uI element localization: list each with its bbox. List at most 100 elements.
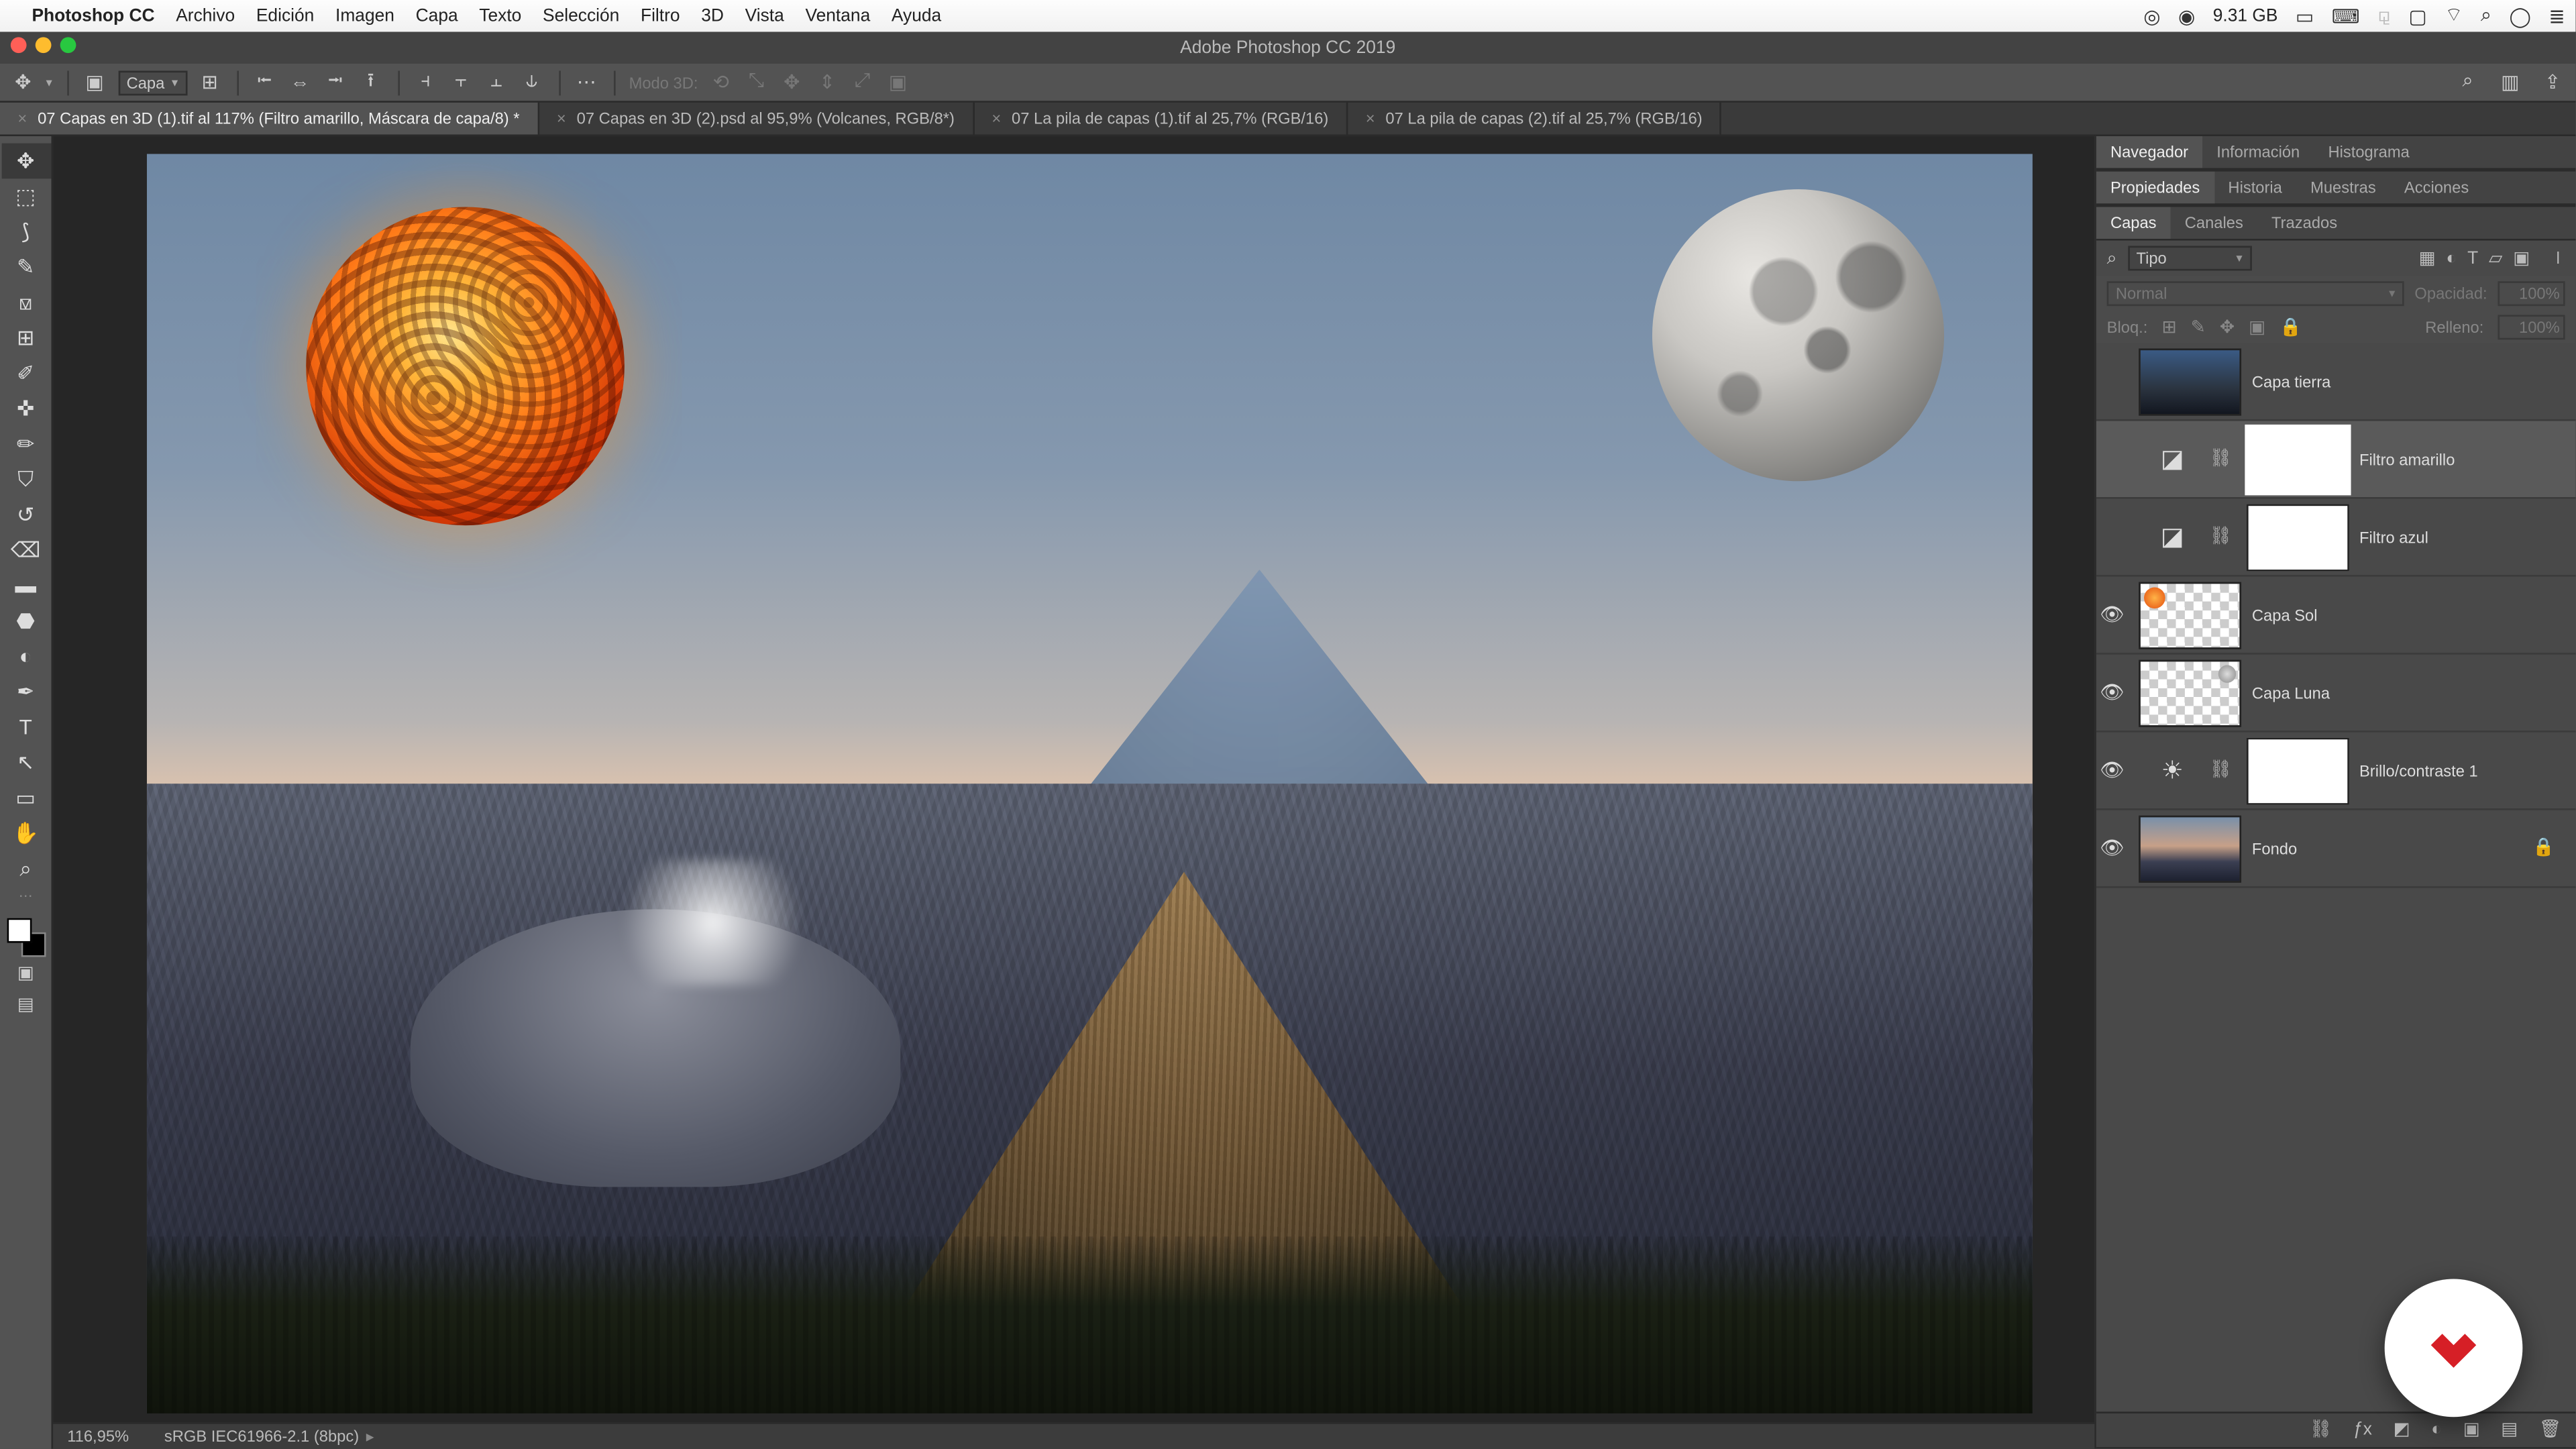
tab-historia[interactable]: Historia: [2214, 172, 2296, 203]
lock-all-icon[interactable]: 🔒: [2279, 317, 2302, 337]
move-tool-icon[interactable]: ✥: [11, 70, 36, 95]
menu-capa[interactable]: Capa: [416, 6, 458, 25]
auto-select-checkbox[interactable]: ▣: [83, 70, 107, 95]
lock-position-icon[interactable]: ✎: [2191, 317, 2206, 337]
lock-artboard-icon[interactable]: ▣: [2249, 317, 2265, 337]
align-hcenter-icon[interactable]: ⇔: [288, 70, 313, 95]
lock-pixels-icon[interactable]: ⊞: [2161, 317, 2176, 337]
layer-thumbnail[interactable]: [2139, 814, 2241, 881]
filter-smart-icon[interactable]: ▣: [2513, 248, 2530, 268]
photo-filter-adjustment-icon[interactable]: ◪: [2149, 514, 2196, 560]
layer-thumbnail[interactable]: [2139, 347, 2241, 415]
layer-name[interactable]: Brillo/contraste 1: [2359, 761, 2478, 779]
menu-imagen[interactable]: Imagen: [335, 6, 394, 25]
new-layer-icon[interactable]: ▤: [2501, 1421, 2518, 1440]
share-icon[interactable]: ⇪: [2540, 70, 2565, 95]
menu-filtro[interactable]: Filtro: [641, 6, 680, 25]
cc-status-icon[interactable]: ◎: [2143, 5, 2160, 28]
layer-row[interactable]: 👁 Capa Luna: [2096, 655, 2576, 733]
menu-vista[interactable]: Vista: [745, 6, 784, 25]
display-menu-icon[interactable]: ▭: [2296, 5, 2314, 28]
move-tool[interactable]: ✥: [1, 144, 50, 179]
link-layers-icon[interactable]: ⛓: [2310, 1421, 2332, 1440]
bluetooth-icon[interactable]: ⚼: [2377, 5, 2391, 28]
document-tab[interactable]: × 07 Capas en 3D (2).psd al 95,9% (Volca…: [539, 103, 974, 134]
dodge-tool[interactable]: ◐: [1, 639, 50, 674]
fill-value[interactable]: 100%: [2498, 315, 2565, 339]
layer-thumbnail[interactable]: [2139, 659, 2241, 726]
brightness-adjustment-icon[interactable]: ☀: [2149, 747, 2196, 794]
menu-seleccion[interactable]: Selección: [543, 6, 619, 25]
menu-edicion[interactable]: Edición: [256, 6, 315, 25]
tab-navegador[interactable]: Navegador: [2096, 136, 2202, 168]
document-canvas[interactable]: [147, 154, 2033, 1413]
foreground-color-swatch[interactable]: [6, 918, 31, 943]
layer-name[interactable]: Capa Luna: [2252, 684, 2330, 701]
distribute-left-icon[interactable]: ⫝: [519, 70, 544, 95]
siri-icon[interactable]: ◯: [2510, 5, 2531, 28]
lock-move-icon[interactable]: ✥: [2220, 317, 2235, 337]
tab-acciones[interactable]: Acciones: [2390, 172, 2483, 203]
distribute-vcenter-icon[interactable]: ⫟: [449, 70, 474, 95]
quick-mask-toggle[interactable]: ▣: [1, 957, 50, 989]
new-adjustment-icon[interactable]: ◐: [2431, 1421, 2442, 1440]
crop-tool[interactable]: ⟏: [1, 285, 50, 321]
filter-type-icon[interactable]: T: [2467, 248, 2478, 268]
document-tab[interactable]: × 07 Capas en 3D (1).tif al 117% (Filtro…: [0, 103, 539, 134]
spotlight-icon[interactable]: ⌕: [2481, 5, 2491, 28]
add-mask-icon[interactable]: ◩: [2394, 1421, 2410, 1440]
tab-histograma[interactable]: Histograma: [2314, 136, 2424, 168]
layer-mask-link-icon[interactable]: ⛓: [2210, 449, 2232, 469]
memory-status-icon[interactable]: ◉: [2178, 5, 2195, 28]
gradient-tool[interactable]: ▬: [1, 568, 50, 603]
path-select-tool[interactable]: ↖: [1, 745, 50, 780]
frame-tool[interactable]: ⊞: [1, 320, 50, 356]
align-top-icon[interactable]: ⭱: [358, 70, 383, 95]
photo-filter-adjustment-icon[interactable]: ◪: [2149, 436, 2196, 482]
quick-select-tool[interactable]: ✎: [1, 250, 50, 285]
layer-row[interactable]: 👁 ☀ ⛓ Brillo/contraste 1: [2096, 733, 2576, 810]
floating-brand-badge[interactable]: [2385, 1279, 2523, 1417]
tab-trazados[interactable]: Trazados: [2257, 207, 2351, 239]
menu-archivo[interactable]: Archivo: [176, 6, 235, 25]
notification-center-icon[interactable]: ≣: [2548, 5, 2565, 28]
filter-adjust-icon[interactable]: ◐: [2446, 248, 2457, 268]
distribute-bottom-icon[interactable]: ⫠: [484, 70, 508, 95]
zoom-tool[interactable]: ⌕: [1, 851, 50, 886]
layer-visibility-toggle[interactable]: 👁: [2096, 603, 2128, 626]
eraser-tool[interactable]: ⌫: [1, 533, 50, 568]
stamp-tool[interactable]: ⛉: [1, 462, 50, 497]
menu-texto[interactable]: Texto: [479, 6, 521, 25]
lasso-tool[interactable]: ⟆: [1, 214, 50, 250]
hand-tool[interactable]: ✋: [1, 816, 50, 851]
search-icon[interactable]: ⌕: [2455, 70, 2480, 95]
layer-name[interactable]: Filtro azul: [2359, 528, 2428, 545]
layer-name[interactable]: Capa Sol: [2252, 606, 2318, 623]
wifi-icon[interactable]: ⌔: [2445, 3, 2463, 28]
layer-row[interactable]: ◪ ⛓ Filtro azul: [2096, 499, 2576, 577]
filter-pixel-icon[interactable]: ▦: [2419, 248, 2436, 268]
workspace-icon[interactable]: ▥: [2498, 70, 2522, 95]
distribute-top-icon[interactable]: ⫞: [413, 70, 438, 95]
tab-capas[interactable]: Capas: [2096, 207, 2171, 239]
layer-row[interactable]: ◪ ⛓ Filtro amarillo: [2096, 421, 2576, 499]
delete-layer-icon[interactable]: 🗑: [2539, 1421, 2561, 1440]
window-close-button[interactable]: [11, 37, 27, 53]
layer-mask-thumbnail[interactable]: [2246, 503, 2349, 570]
close-tab-icon[interactable]: ×: [1366, 109, 1375, 127]
toolbar-edit-icon[interactable]: ⋯: [1, 886, 50, 904]
layer-mask-link-icon[interactable]: ⛓: [2210, 527, 2232, 547]
layer-name[interactable]: Filtro amarillo: [2359, 450, 2455, 468]
layer-style-icon[interactable]: ƒx: [2353, 1421, 2372, 1440]
tab-propiedades[interactable]: Propiedades: [2096, 172, 2214, 203]
auto-select-dropdown[interactable]: Capa: [117, 70, 186, 95]
marquee-tool[interactable]: ⬚: [1, 178, 50, 214]
align-left-icon[interactable]: ⭰: [252, 70, 277, 95]
blur-tool[interactable]: ⬣: [1, 603, 50, 639]
layer-mask-thumbnail[interactable]: [2246, 737, 2349, 804]
layer-visibility-toggle[interactable]: 👁: [2096, 837, 2128, 859]
close-tab-icon[interactable]: ×: [17, 109, 27, 127]
layer-row[interactable]: Capa tierra: [2096, 343, 2576, 421]
close-tab-icon[interactable]: ×: [991, 109, 1001, 127]
align-right-icon[interactable]: ⭲: [323, 70, 347, 95]
